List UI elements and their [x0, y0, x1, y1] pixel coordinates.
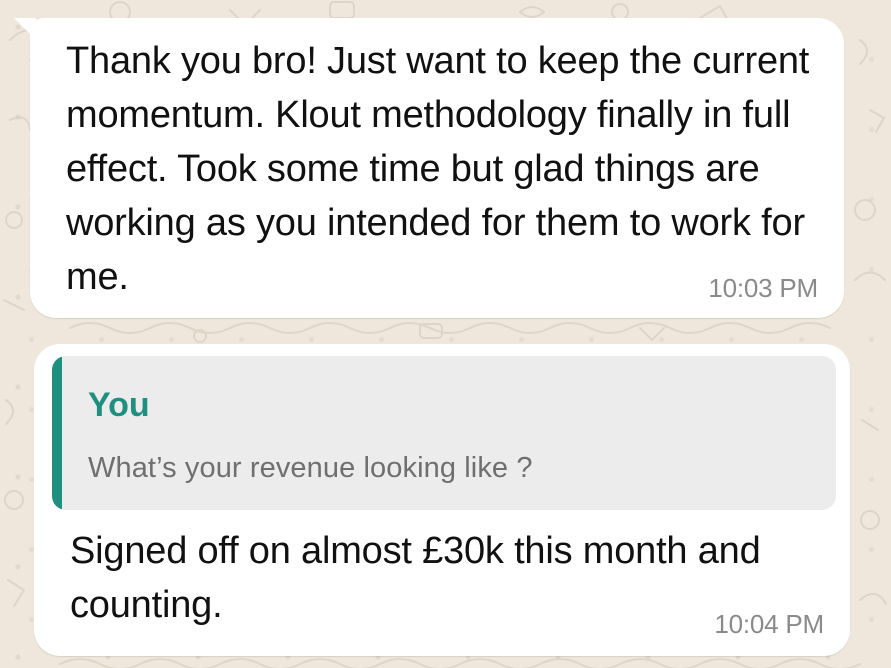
message-timestamp: 10:04 PM	[714, 609, 824, 639]
quoted-message[interactable]: You What’s your revenue looking like ?	[52, 356, 836, 510]
message-bubble-incoming[interactable]: Thank you bro! Just want to keep the cur…	[14, 18, 844, 318]
quote-accent-bar	[52, 356, 62, 510]
message-timestamp: 10:03 PM	[708, 273, 818, 303]
quoted-text: What’s your revenue looking like ?	[88, 452, 533, 484]
message-text: Thank you bro! Just want to keep the cur…	[66, 40, 810, 298]
quoted-author: You	[88, 386, 150, 424]
message-bubble-incoming-reply[interactable]: You What’s your revenue looking like ? S…	[34, 344, 850, 656]
bubble-tail	[14, 18, 36, 40]
